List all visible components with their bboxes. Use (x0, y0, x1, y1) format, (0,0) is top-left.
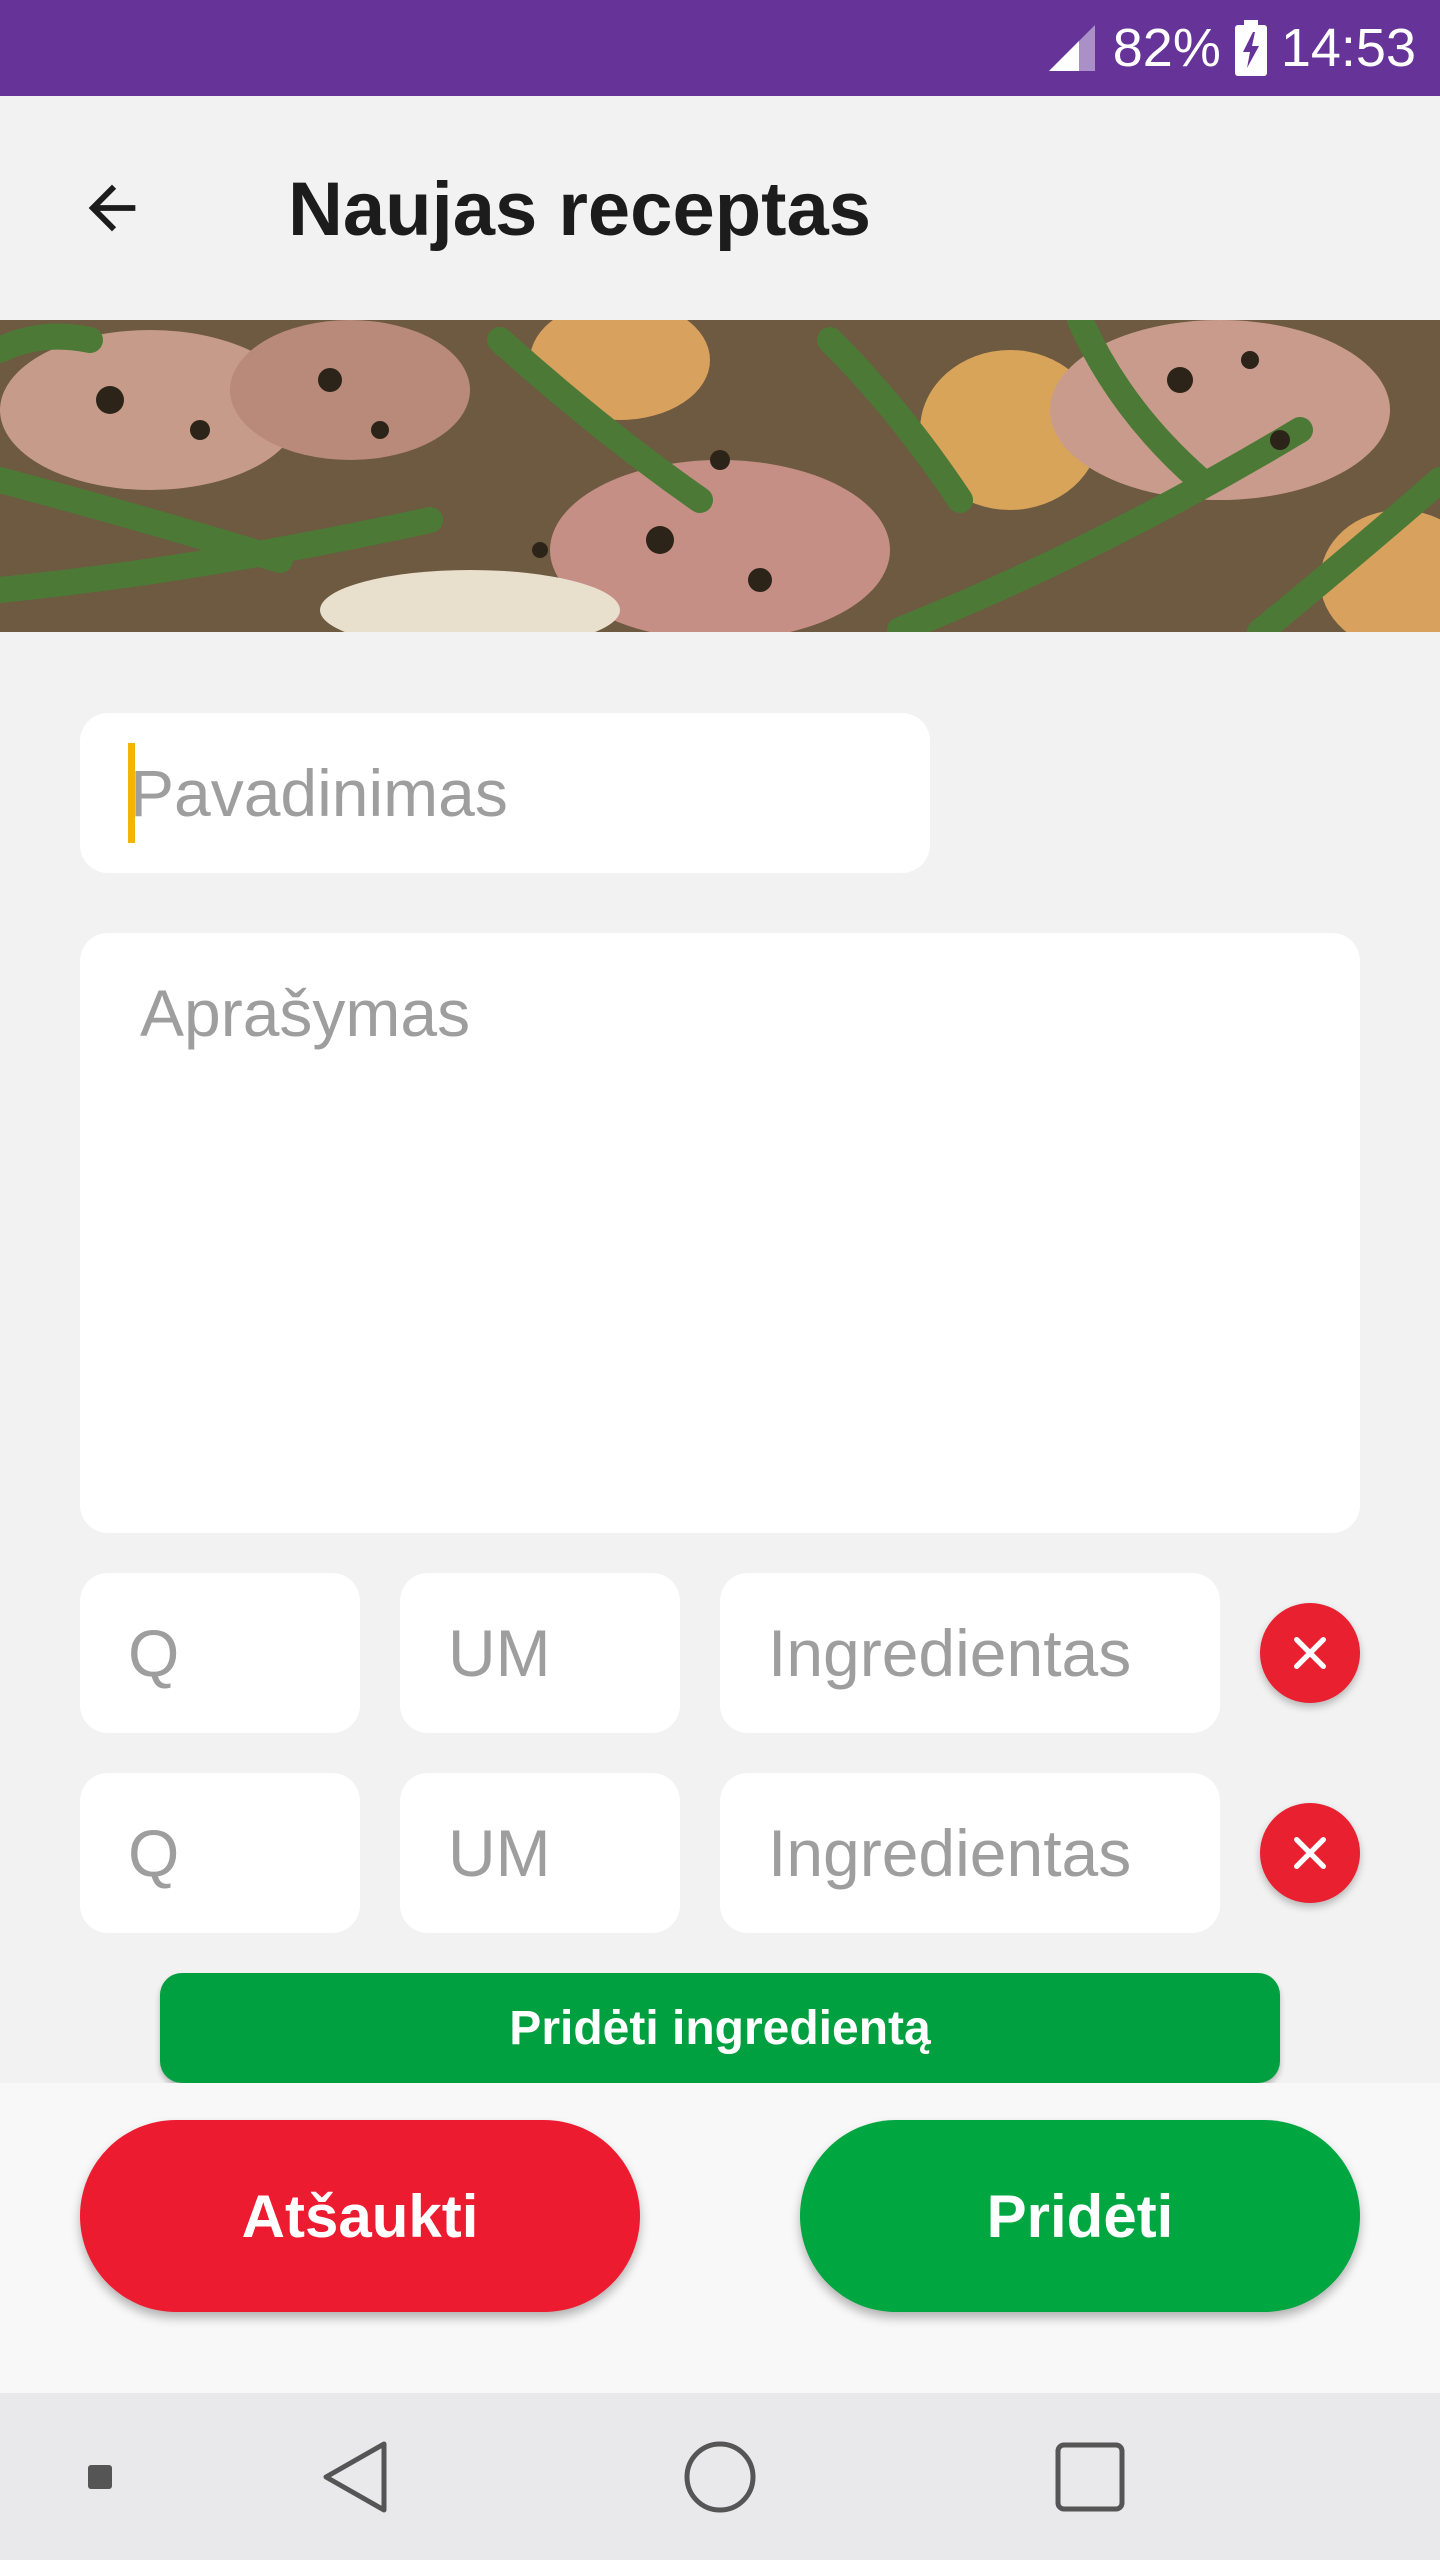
ingredient-quantity-input[interactable]: Q (80, 1573, 360, 1733)
unit-placeholder: UM (448, 1816, 551, 1890)
nav-dot-icon (88, 2464, 112, 2489)
battery-percent: 82% (1112, 18, 1221, 78)
add-ingredient-button[interactable]: Pridėti ingredientą (160, 1973, 1280, 2083)
nav-recent-button[interactable] (1035, 2393, 1145, 2560)
quantity-placeholder: Q (128, 1816, 180, 1890)
ingredient-placeholder: Ingredientas (768, 1616, 1132, 1690)
close-icon (1294, 1837, 1326, 1869)
status-bar: 82% 14:53 (0, 0, 1440, 96)
quantity-placeholder: Q (128, 1616, 180, 1690)
submit-button[interactable]: Pridėti (800, 2120, 1360, 2312)
screen: 82% 14:53 Naujas receptas Pavadinimas Ap… (0, 0, 1440, 2560)
nav-home-button[interactable] (665, 2393, 775, 2560)
cancel-button[interactable]: Atšaukti (80, 2120, 640, 2312)
battery-charging-icon (1234, 20, 1267, 76)
nav-recent-icon (1055, 2442, 1125, 2511)
recipe-name-placeholder: Pavadinimas (130, 756, 508, 830)
ingredient-unit-input[interactable]: UM (400, 1773, 680, 1933)
close-icon (1294, 1637, 1326, 1669)
recipe-description-input[interactable]: Aprašymas (80, 933, 1360, 1533)
back-button[interactable] (56, 152, 168, 264)
recipe-image (0, 320, 1440, 632)
nav-back-button[interactable] (300, 2393, 410, 2560)
recipe-description-placeholder: Aprašymas (140, 976, 471, 1050)
nav-home-icon (684, 2441, 756, 2512)
signal-icon (1048, 25, 1095, 71)
ingredient-unit-input[interactable]: UM (400, 1573, 680, 1733)
arrow-back-icon (88, 184, 136, 232)
ingredient-quantity-input[interactable]: Q (80, 1773, 360, 1933)
nav-dot-button[interactable] (60, 2393, 140, 2560)
recipe-name-input[interactable]: Pavadinimas (80, 713, 930, 873)
nav-back-icon (323, 2441, 387, 2512)
recipe-photo (0, 320, 1440, 632)
ingredient-placeholder: Ingredientas (768, 1816, 1132, 1890)
ingredient-name-input[interactable]: Ingredientas (720, 1773, 1220, 1933)
ingredient-name-input[interactable]: Ingredientas (720, 1573, 1220, 1733)
text-caret (128, 743, 135, 843)
remove-ingredient-button[interactable] (1260, 1803, 1360, 1903)
remove-ingredient-button[interactable] (1260, 1603, 1360, 1703)
app-bar: Naujas receptas (0, 96, 1440, 320)
page-title: Naujas receptas (288, 167, 871, 252)
system-nav-bar (0, 2393, 1440, 2560)
unit-placeholder: UM (448, 1616, 551, 1690)
clock: 14:53 (1280, 18, 1416, 78)
